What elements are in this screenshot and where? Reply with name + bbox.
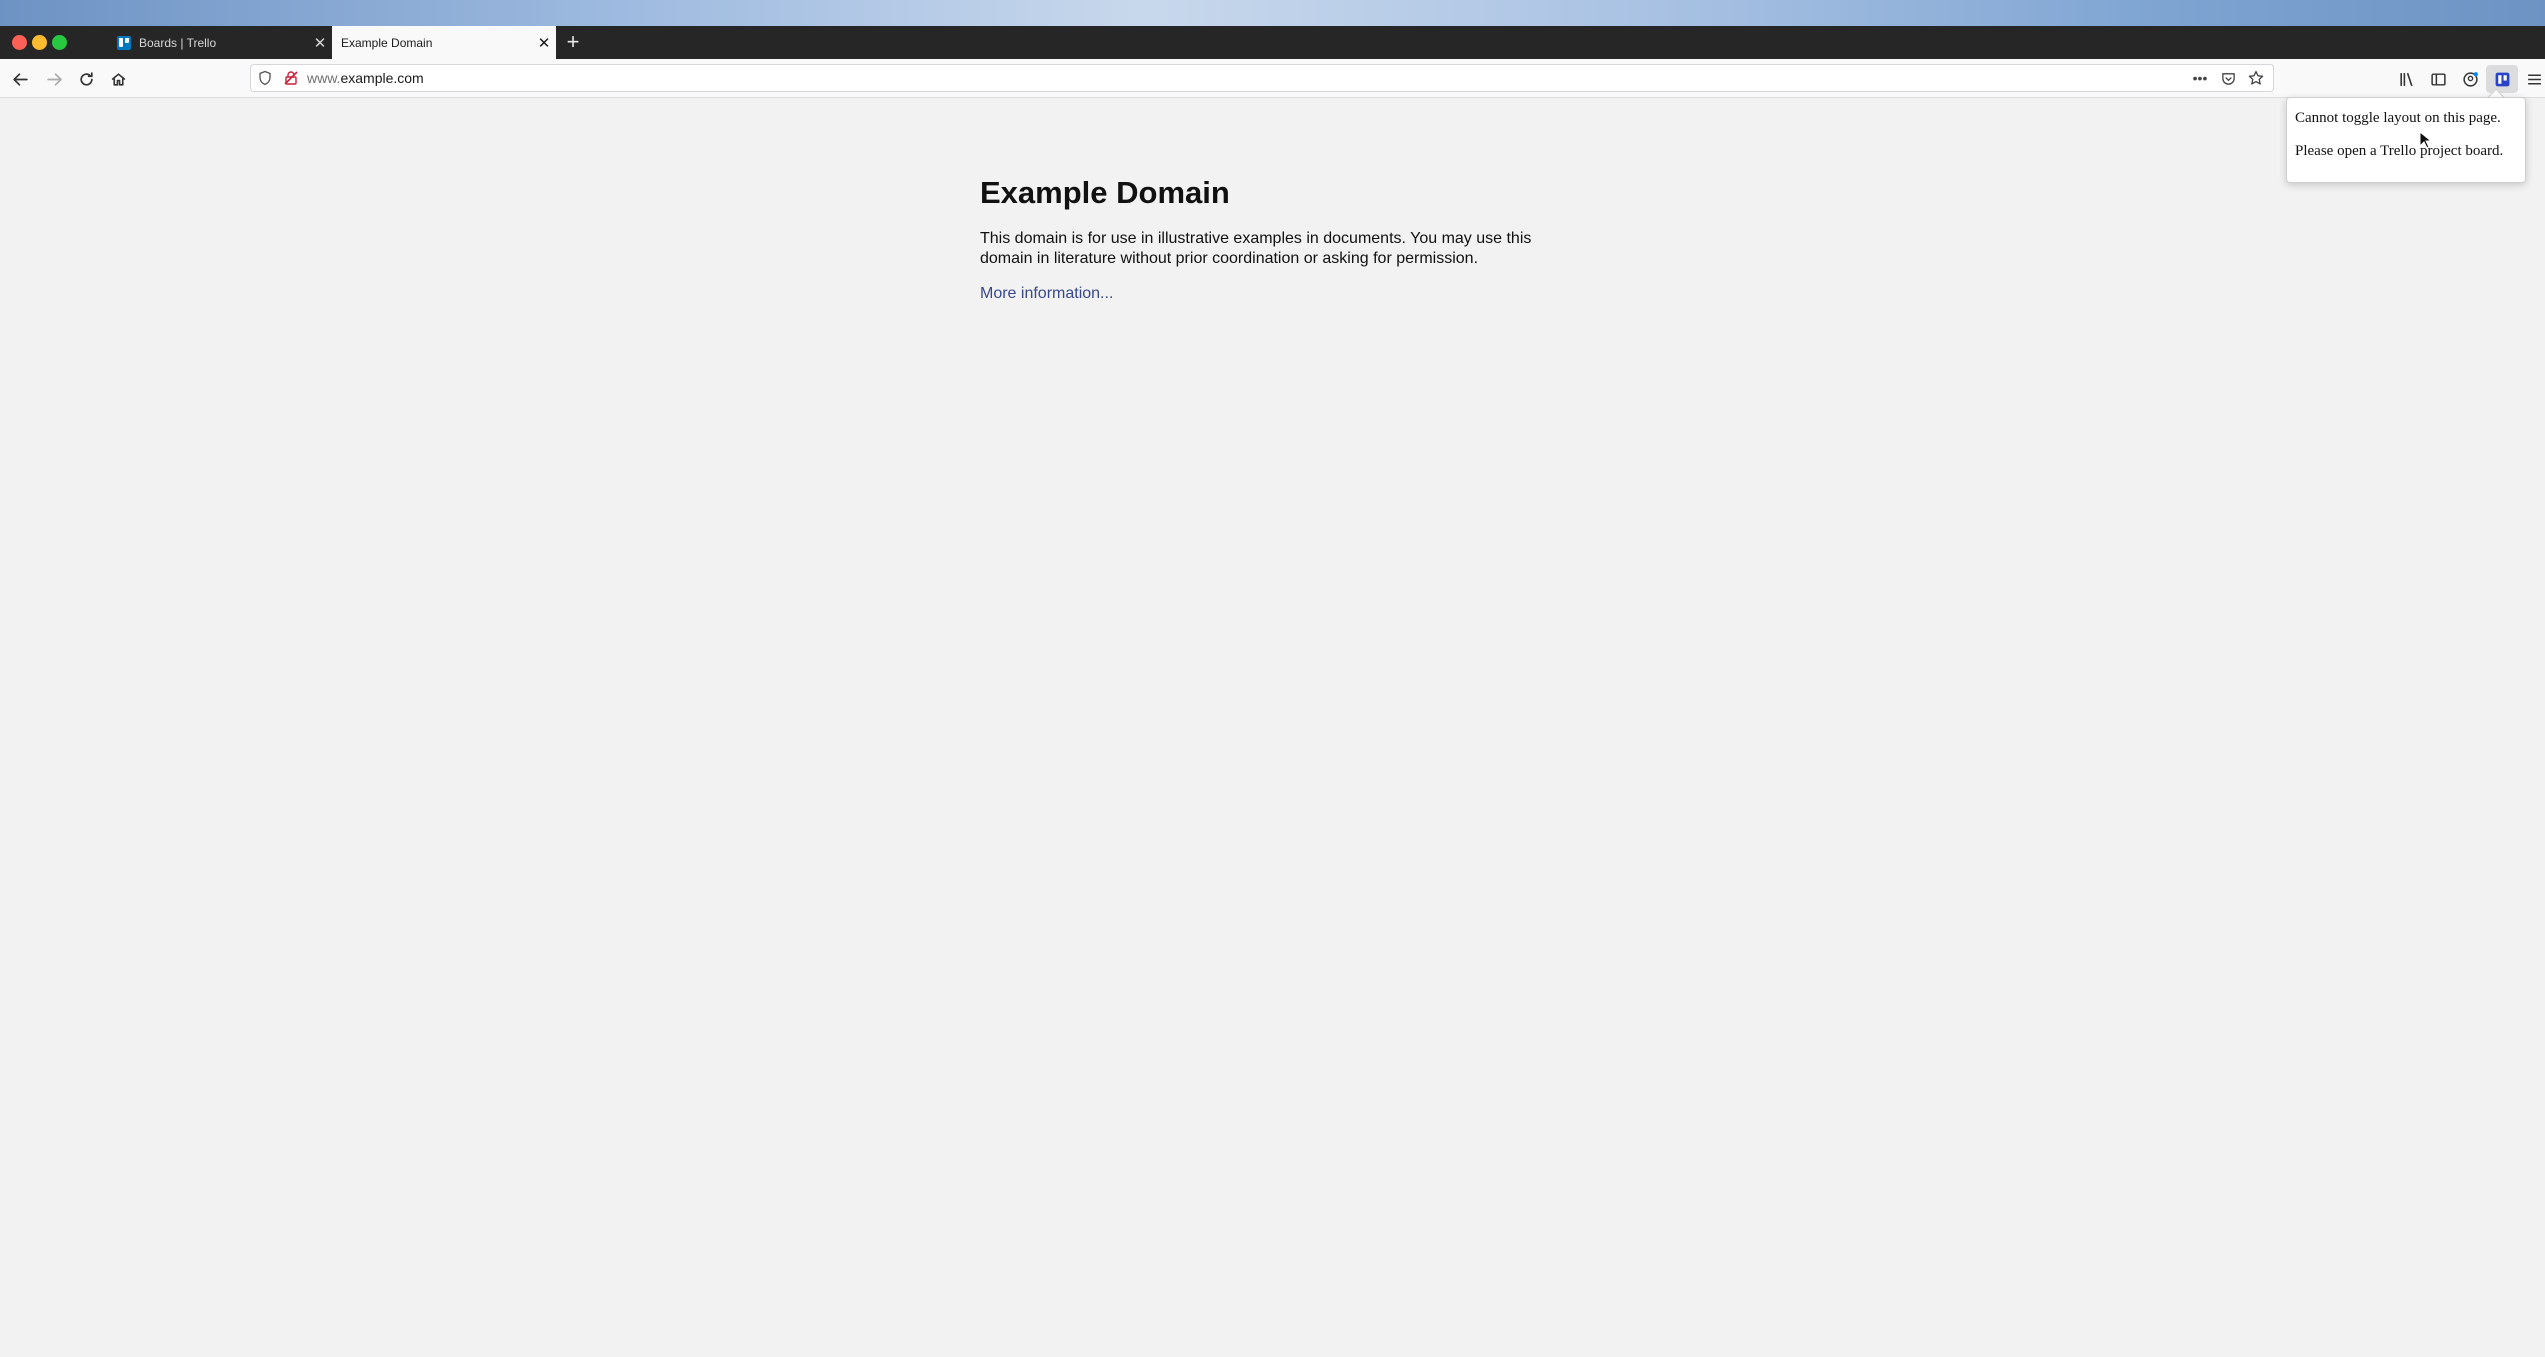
menu-button[interactable]	[2518, 65, 2545, 93]
extension-icon	[2495, 72, 2509, 86]
extension-popup: Cannot toggle layout on this page. Pleas…	[2286, 97, 2526, 183]
tab-title: Example Domain	[341, 35, 433, 50]
tab-example-domain[interactable]: Example Domain ✕	[332, 26, 556, 59]
pocket-icon[interactable]	[2219, 69, 2237, 87]
tracking-protection-shield-icon[interactable]	[257, 70, 273, 86]
sidebar-icon	[2430, 72, 2446, 86]
bookmark-star-icon[interactable]	[2247, 69, 2265, 87]
url-text[interactable]: www.example.com	[307, 70, 424, 86]
reload-icon	[79, 71, 93, 86]
close-tab-icon[interactable]: ✕	[532, 34, 556, 52]
reload-button[interactable]	[72, 65, 100, 93]
page-heading: Example Domain	[980, 175, 1230, 210]
desktop-background	[0, 0, 2545, 26]
sidebar-button[interactable]	[2422, 65, 2454, 93]
popup-message-line-1: Cannot toggle layout on this page.	[2295, 110, 2501, 126]
content-card: Example Domain This domain is for use in…	[980, 175, 1570, 303]
account-button[interactable]	[2454, 65, 2486, 93]
trello-extension-button[interactable]	[2486, 65, 2518, 93]
forward-icon	[46, 72, 62, 86]
trello-icon	[117, 35, 131, 50]
back-icon	[12, 72, 28, 86]
url-domain: example.com	[340, 70, 424, 86]
new-tab-button[interactable]: +	[560, 26, 586, 59]
minimize-window-button[interactable]	[32, 35, 47, 50]
menu-icon	[2527, 73, 2541, 85]
navigation-toolbar: www.example.com •••	[0, 59, 2545, 98]
insecure-connection-icon[interactable]	[283, 70, 299, 86]
tab-title: Boards | Trello	[139, 35, 217, 50]
account-icon	[2462, 71, 2478, 87]
more-information-link[interactable]: More information...	[980, 285, 1113, 303]
web-page: Example Domain This domain is for use in…	[0, 99, 2545, 1357]
back-button[interactable]	[6, 65, 34, 93]
url-prefix: www.	[307, 70, 341, 86]
tab-bar: Boards | Trello ✕ Example Domain ✕ +	[0, 26, 2545, 59]
home-icon	[111, 72, 125, 86]
library-icon	[2399, 72, 2413, 86]
page-body: This domain is for use in illustrative e…	[980, 230, 1532, 267]
popup-message-line-2: Please open a Trello project board.	[2295, 143, 2504, 159]
zoom-window-button[interactable]	[52, 35, 67, 50]
home-button[interactable]	[104, 65, 132, 93]
close-tab-icon[interactable]: ✕	[308, 34, 332, 52]
close-window-button[interactable]	[12, 35, 27, 50]
mouse-cursor-icon	[2419, 131, 2431, 149]
forward-button[interactable]	[40, 65, 68, 93]
library-button[interactable]	[2390, 65, 2422, 93]
address-bar[interactable]: www.example.com •••	[250, 64, 2274, 92]
page-actions-icon[interactable]: •••	[2191, 69, 2209, 87]
tab-trello[interactable]: Boards | Trello ✕	[108, 26, 332, 59]
